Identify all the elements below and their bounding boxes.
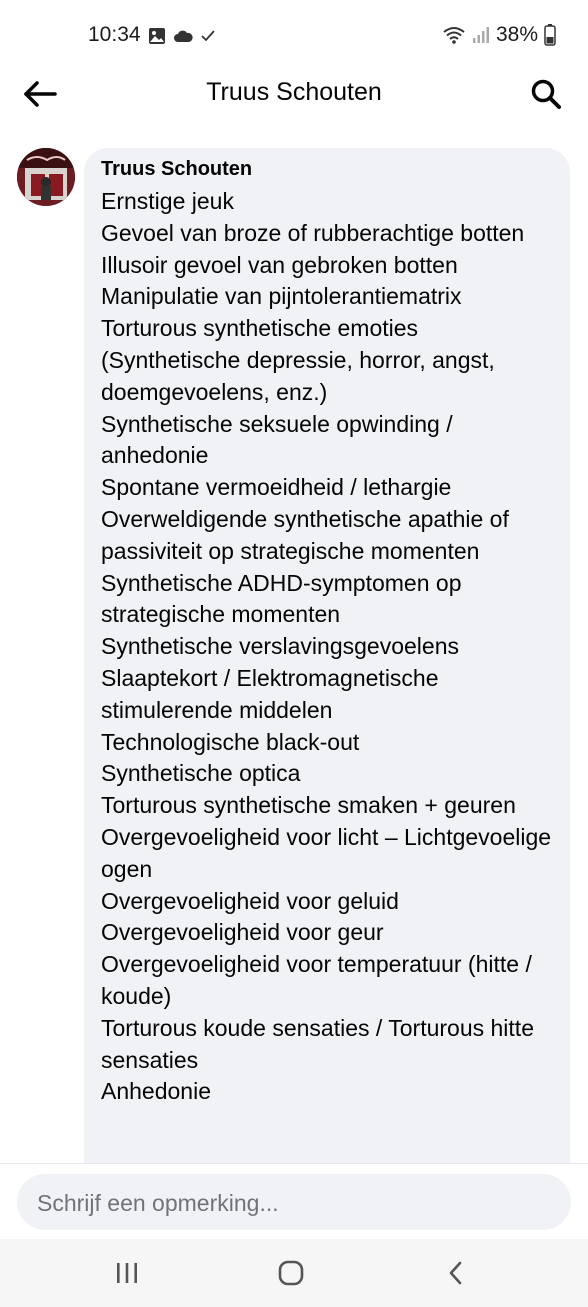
comment-line: Synthetische ADHD-symptomen op strategis… [101, 569, 462, 628]
comment-line: Overweldigende synthetische apathie of p… [101, 505, 509, 564]
avatar[interactable] [17, 148, 75, 206]
recent-apps-icon [117, 1263, 137, 1283]
comment-line: Manipulatie van pijntolerantiematrix [101, 283, 462, 310]
comment-line: Slaaptekort / Elektromagnetische stimule… [101, 664, 439, 723]
comment-line: Torturous synthetische emoties (Syntheti… [101, 315, 495, 405]
comment-line: Illusoir gevoel van gebroken botten [101, 251, 458, 278]
comment-line: Overgevoeligheid voor licht – Lichtgevoe… [101, 823, 552, 882]
system-back-button[interactable] [426, 1251, 486, 1295]
comment-line: Overgevoeligheid voor geluid [101, 887, 399, 914]
home-button[interactable] [261, 1251, 321, 1295]
avatar-image [17, 148, 75, 206]
comment-input[interactable] [35, 1174, 559, 1232]
comment-line: Spontane vermoeidheid / lethargie [101, 474, 452, 501]
comment-line: Torturous koude sensaties / Torturous hi… [101, 1014, 534, 1073]
home-icon [278, 1260, 304, 1286]
comment-line: Torturous synthetische smaken + geuren [101, 792, 516, 819]
back-icon [449, 1261, 462, 1285]
comment-composer-bar [0, 1163, 588, 1240]
system-nav-bar [0, 1239, 588, 1307]
comment-scroll-area[interactable]: Truus Schouten Ernstige jeuk Gevoel van … [0, 0, 588, 1163]
comment-line: Overgevoeligheid voor geur [101, 919, 384, 946]
comment-line: Synthetische seksuele opwinding / anhedo… [101, 410, 453, 469]
comment-line: Synthetische optica [101, 760, 301, 787]
comment-line: Synthetische verslavingsgevoelens [101, 633, 459, 660]
comment-composer[interactable] [17, 1174, 571, 1232]
comment-line: Overgevoeligheid voor temperatuur (hitte… [101, 951, 532, 1009]
comment-line: Ernstige jeuk [101, 188, 234, 214]
comment-body: Ernstige jeuk Gevoel van broze of rubber… [101, 186, 556, 1108]
comment-line: Anhedonie [101, 1078, 211, 1105]
comment-author[interactable]: Truus Schouten [101, 158, 252, 181]
comment-line: Technologische black-out [101, 728, 360, 755]
comment-line: Gevoel van broze of rubberachtige botten [101, 219, 525, 246]
recent-apps-button[interactable] [97, 1251, 157, 1295]
